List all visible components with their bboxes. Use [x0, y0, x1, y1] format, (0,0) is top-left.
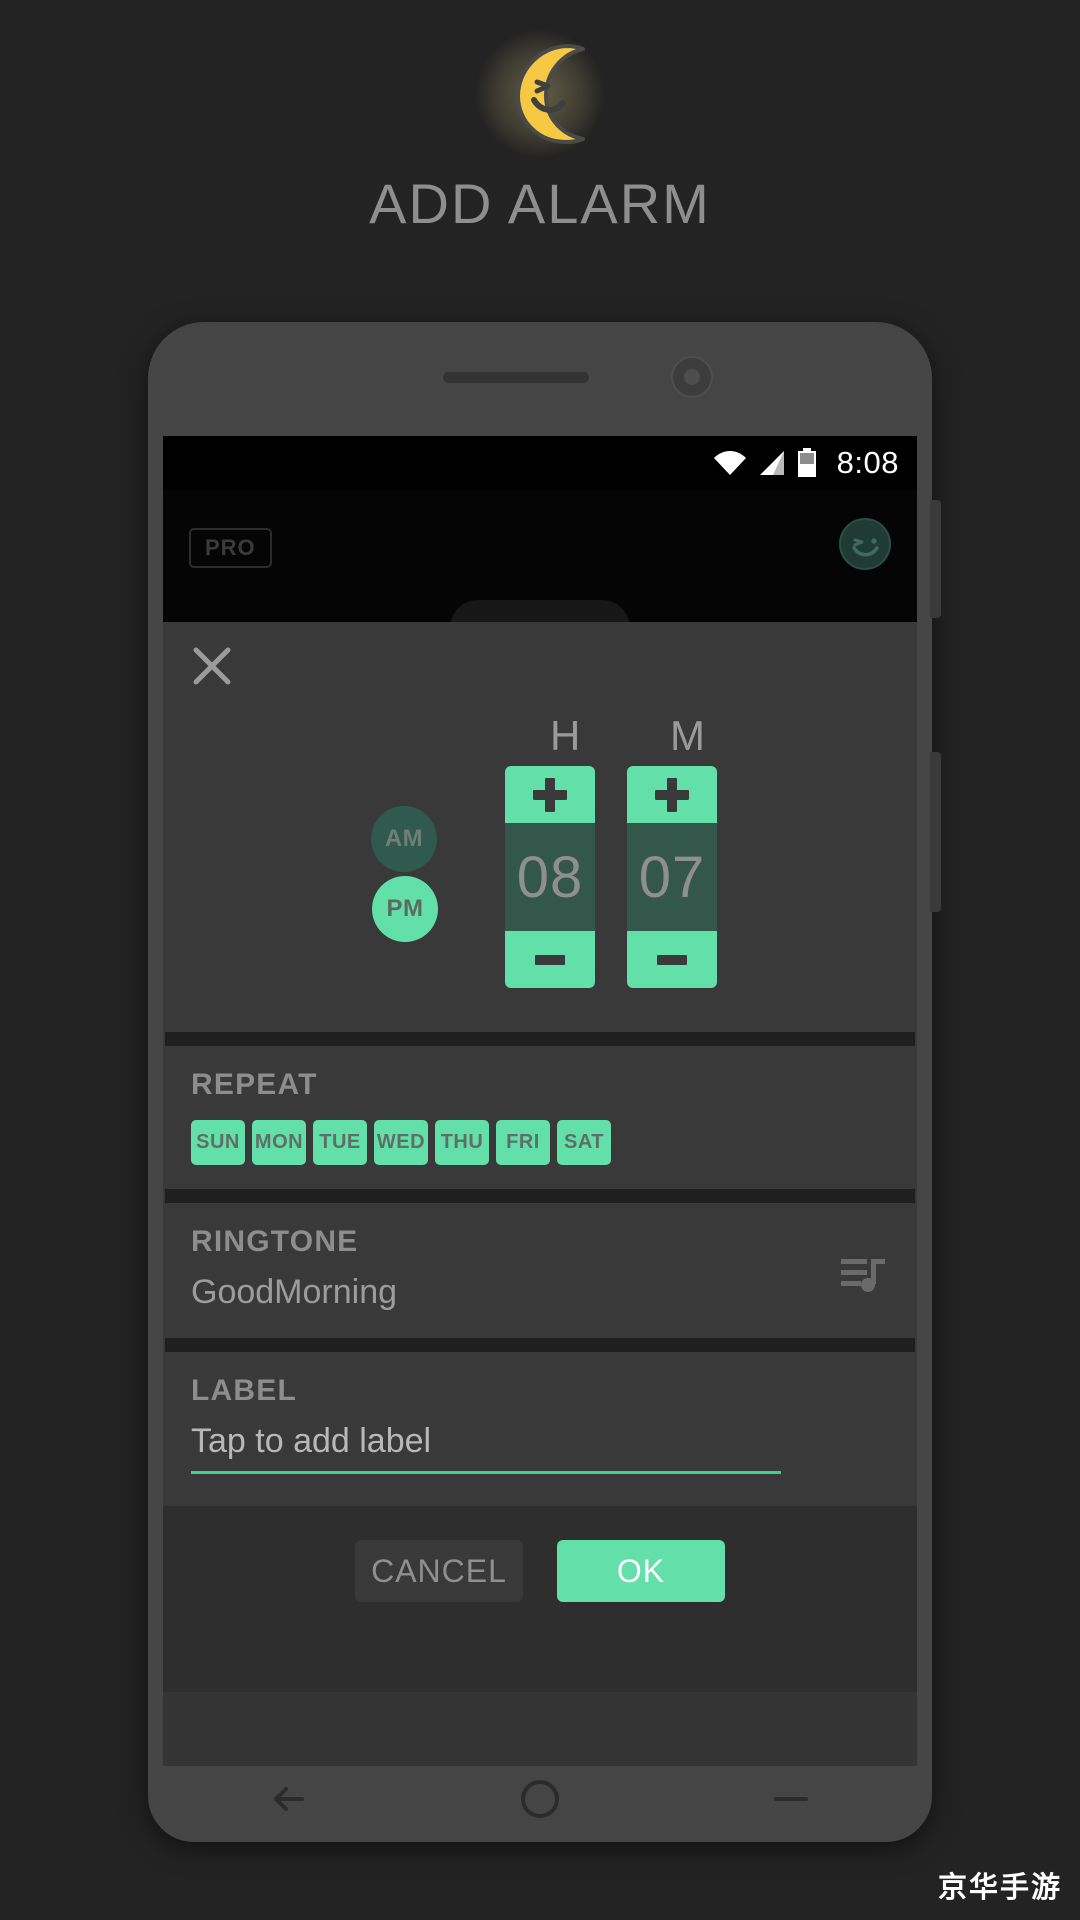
- ringtone-value: GoodMorning: [191, 1273, 398, 1311]
- day-chip-tue[interactable]: TUE: [313, 1120, 367, 1165]
- hour-stepper: 08: [505, 766, 595, 988]
- volume-button[interactable]: [930, 752, 941, 912]
- power-button[interactable]: [930, 500, 941, 618]
- status-icon-group: 8:08: [713, 445, 899, 481]
- cell-signal-icon: [759, 451, 784, 475]
- recents-dash-icon[interactable]: [768, 1776, 814, 1822]
- minute-decrement-button[interactable]: [627, 931, 717, 988]
- day-chip-sat[interactable]: SAT: [557, 1120, 611, 1165]
- repeat-section: REPEAT SUN MON TUE WED THU FRI SAT: [163, 1046, 917, 1189]
- watermark: 京华手游: [937, 1872, 1062, 1904]
- day-chip-thu[interactable]: THU: [435, 1120, 489, 1165]
- wifi-icon: [713, 451, 746, 475]
- plus-icon: [655, 777, 689, 812]
- day-chip-fri[interactable]: FRI: [496, 1120, 550, 1165]
- app-header: ADD ALARM: [0, 0, 1080, 236]
- ringtone-title: RINGTONE: [191, 1225, 359, 1258]
- repeat-day-chips: SUN MON TUE WED THU FRI SAT: [191, 1120, 889, 1165]
- add-alarm-dialog: H M AM PM 08 07 REPEAT SUN MON TUE WED T…: [163, 622, 917, 1692]
- minute-value[interactable]: 07: [627, 823, 717, 931]
- time-picker: H M AM PM 08 07: [163, 712, 917, 1032]
- plus-icon: [533, 777, 567, 812]
- minus-icon: [535, 954, 565, 965]
- close-x-icon[interactable]: [190, 644, 234, 688]
- pm-toggle[interactable]: PM: [372, 876, 438, 942]
- playlist-music-icon[interactable]: [841, 1255, 887, 1295]
- ok-button[interactable]: OK: [557, 1540, 725, 1602]
- dialog-close-row: [163, 622, 917, 718]
- phone-mockup: 8:08 PRO H M AM PM 08 07 REPEAT SUN MON …: [148, 322, 941, 1842]
- hour-column-label: H: [550, 712, 581, 759]
- hour-value[interactable]: 08: [505, 823, 595, 931]
- hour-increment-button[interactable]: [505, 766, 595, 823]
- pro-badge[interactable]: PRO: [189, 528, 272, 568]
- smiley-face-icon[interactable]: [839, 518, 891, 570]
- minute-increment-button[interactable]: [627, 766, 717, 823]
- minus-icon: [657, 954, 687, 965]
- status-bar: 8:08: [163, 436, 917, 490]
- hour-decrement-button[interactable]: [505, 931, 595, 988]
- label-title: LABEL: [191, 1374, 297, 1407]
- front-camera: [671, 356, 713, 398]
- page-title: ADD ALARM: [369, 172, 711, 235]
- ringtone-section[interactable]: RINGTONE GoodMorning: [163, 1203, 917, 1338]
- day-chip-sun[interactable]: SUN: [191, 1120, 245, 1165]
- day-chip-mon[interactable]: MON: [252, 1120, 306, 1165]
- cancel-button[interactable]: CANCEL: [355, 1540, 523, 1602]
- am-toggle[interactable]: AM: [371, 806, 437, 872]
- minute-stepper: 07: [627, 766, 717, 988]
- dialog-action-bar: CANCEL OK: [163, 1506, 917, 1692]
- minute-column-label: M: [670, 712, 705, 759]
- back-arrow-icon[interactable]: [266, 1776, 312, 1822]
- divider: [165, 1338, 915, 1352]
- home-circle-icon[interactable]: [517, 1776, 563, 1822]
- app-logo: [450, 26, 630, 161]
- app-bar: PRO: [163, 490, 917, 628]
- android-nav-bar: [163, 1766, 917, 1832]
- day-chip-wed[interactable]: WED: [374, 1120, 428, 1165]
- battery-icon: [797, 448, 816, 477]
- divider: [165, 1189, 915, 1203]
- divider: [165, 1032, 915, 1046]
- label-input[interactable]: Tap to add label: [191, 1422, 781, 1474]
- status-clock: 8:08: [836, 445, 899, 480]
- camera-lens: [684, 369, 700, 385]
- label-placeholder: Tap to add label: [191, 1422, 432, 1460]
- phone-top-bezel: [148, 322, 932, 436]
- phone-screen: 8:08 PRO H M AM PM 08 07 REPEAT SUN MON …: [163, 436, 917, 1766]
- earpiece-speaker: [443, 372, 589, 383]
- crescent-moon-face-icon: [516, 43, 585, 144]
- repeat-title: REPEAT: [191, 1068, 318, 1101]
- label-section: LABEL Tap to add label: [163, 1352, 917, 1484]
